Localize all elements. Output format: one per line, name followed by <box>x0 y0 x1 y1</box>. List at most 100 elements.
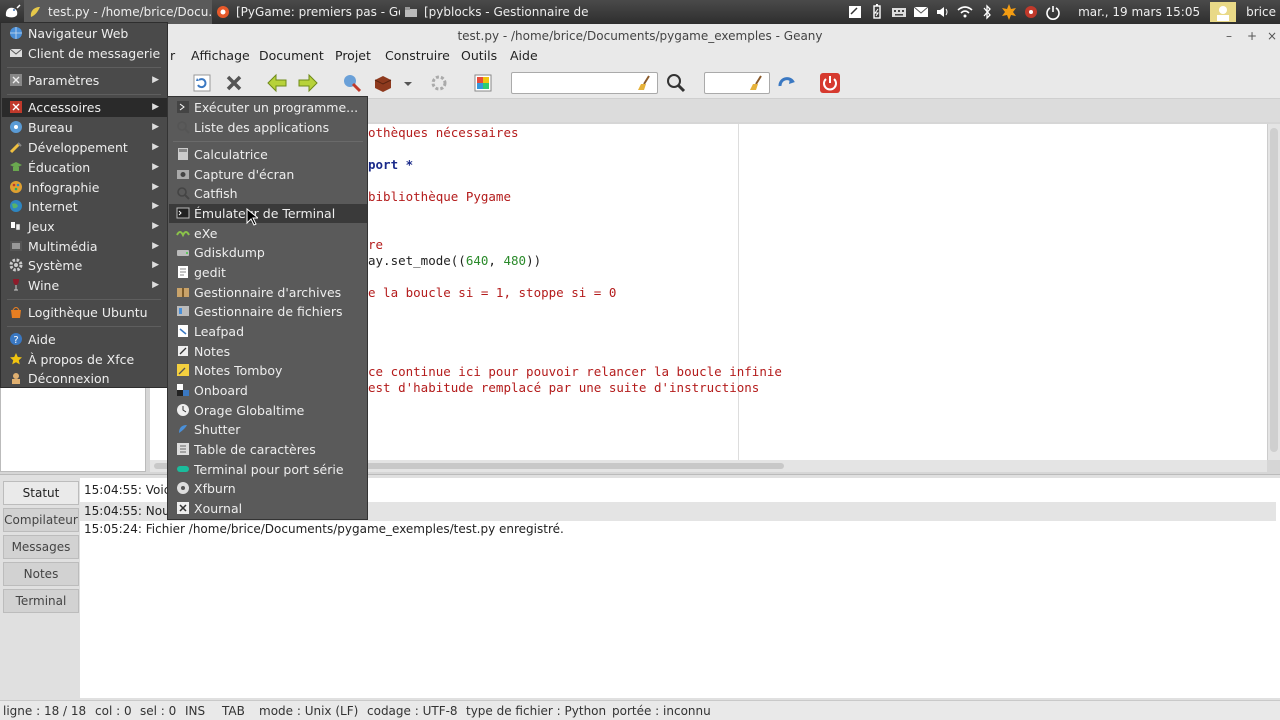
menu-item-label: Logithèque Ubuntu <box>28 305 148 320</box>
forward-arrow-icon[interactable] <box>297 72 319 94</box>
compile-icon[interactable] <box>341 72 363 94</box>
submenu-item-leafpad[interactable]: Leafpad <box>169 322 367 341</box>
submenu-item-tomboy[interactable]: Notes Tomboy <box>169 361 367 380</box>
update-alert-icon[interactable] <box>1001 4 1017 20</box>
menu-item-a-propos[interactable]: À propos de Xfce <box>2 350 167 369</box>
menu-affichage[interactable]: Affichage <box>191 48 250 63</box>
menu-item-accessoires[interactable]: Accessoires ▶ <box>2 98 167 117</box>
submenu-item-fichiers[interactable]: Gestionnaire de fichiers <box>169 302 367 321</box>
run-settings-icon[interactable] <box>428 72 450 94</box>
bug-report-icon[interactable] <box>1023 4 1039 20</box>
menu-item-internet[interactable]: Internet ▶ <box>2 197 167 216</box>
username[interactable]: brice <box>1246 5 1276 19</box>
menu-item-systeme[interactable]: Système ▶ <box>2 256 167 275</box>
quit-icon[interactable] <box>819 72 841 94</box>
menu-item-label: Navigateur Web <box>28 26 129 41</box>
submenu-item-orage[interactable]: Orage Globaltime <box>169 401 367 420</box>
color-chooser-icon[interactable] <box>472 72 494 94</box>
xournal-icon <box>177 502 189 514</box>
menu-projet[interactable]: Projet <box>335 48 371 63</box>
tab-compilateur[interactable]: Compilateur <box>3 508 79 532</box>
submenu-arrow-icon: ▶ <box>152 280 159 290</box>
submenu-item-archives[interactable]: Gestionnaire d'archives <box>169 283 367 302</box>
menu-item-logitheque[interactable]: Logithèque Ubuntu <box>2 303 167 322</box>
submenu-item-label: Liste des applications <box>194 120 330 135</box>
code-line: e la boucle si = 1, stoppe si = 0 <box>368 285 617 300</box>
submenu-item-terminal-serie[interactable]: Terminal pour port série <box>169 460 367 479</box>
submenu-item-onboard[interactable]: Onboard <box>169 381 367 400</box>
tab-terminal[interactable]: Terminal <box>3 589 79 613</box>
submenu-item-liste-applications[interactable]: Liste des applications <box>169 118 367 137</box>
power-indicator-icon[interactable] <box>1045 4 1061 20</box>
accessories-submenu: Exécuter un programme... Liste des appli… <box>167 96 368 520</box>
menu-outils[interactable]: Outils <box>461 48 497 63</box>
menu-item-wine[interactable]: Wine ▶ <box>2 276 167 295</box>
menu-document[interactable]: Document <box>259 48 324 63</box>
clear-broom-icon[interactable] <box>749 75 765 91</box>
submenu-item-gedit[interactable]: gedit <box>169 263 367 282</box>
menu-separator <box>7 67 161 68</box>
menu-aide[interactable]: Aide <box>510 48 538 63</box>
menu-item-label: Wine <box>28 278 60 293</box>
menu-construire[interactable]: Construire <box>385 48 450 63</box>
taskbar-item-filemanager[interactable]: [pyblocks - Gestionnaire de ... <box>400 0 588 24</box>
submenu-item-table-caracteres[interactable]: Table de caractères <box>169 440 367 459</box>
menu-item-multimedia[interactable]: Multimédia ▶ <box>2 237 167 256</box>
menu-item-developpement[interactable]: Développement ▶ <box>2 138 167 157</box>
volume-icon[interactable] <box>935 4 951 20</box>
submenu-item-catfish[interactable]: Catfish <box>169 184 367 203</box>
menu-item-bureau[interactable]: Bureau ▶ <box>2 118 167 137</box>
menu-item-infographie[interactable]: Infographie ▶ <box>2 178 167 197</box>
scrollbar-thumb[interactable] <box>1270 128 1278 452</box>
keyboard-tray-icon[interactable] <box>891 4 907 20</box>
build-icon[interactable] <box>372 72 394 94</box>
battery-icon[interactable] <box>869 4 885 20</box>
taskbar-item-geany[interactable]: test.py - /home/brice/Docu... <box>24 0 212 24</box>
catfish-search-icon <box>177 187 190 200</box>
notes-tray-icon[interactable] <box>847 4 863 20</box>
submenu-item-xfburn[interactable]: Xfburn <box>169 479 367 498</box>
system-tray: mar., 19 mars 15:05 brice <box>844 0 1280 24</box>
clock[interactable]: mar., 19 mars 15:05 <box>1078 5 1200 19</box>
xfce-mouse-icon <box>5 4 21 18</box>
bluetooth-icon[interactable] <box>979 4 995 20</box>
menu-item-jeux[interactable]: Jeux ▶ <box>2 217 167 236</box>
menu-item-education[interactable]: Éducation ▶ <box>2 158 167 177</box>
submenu-item-gdiskdump[interactable]: Gdiskdump <box>169 243 367 262</box>
submenu-item-executer[interactable]: Exécuter un programme... <box>169 98 367 117</box>
close-file-icon[interactable] <box>223 72 245 94</box>
submenu-item-shutter[interactable]: Shutter <box>169 420 367 439</box>
wifi-icon[interactable] <box>957 4 973 20</box>
xfce-menu-button[interactable] <box>0 0 24 24</box>
user-avatar-icon[interactable] <box>1210 2 1237 22</box>
menu-item-deconnexion[interactable]: Déconnexion <box>2 369 167 388</box>
submenu-item-notes[interactable]: Notes <box>169 342 367 361</box>
menu-item-client-messagerie[interactable]: Client de messagerie <box>2 44 167 63</box>
taskbar-label: [PyGame: premiers pas - Go... <box>236 5 400 19</box>
taskbar-item-browser[interactable]: [PyGame: premiers pas - Go... <box>212 0 400 24</box>
menu-item-partial[interactable]: r <box>170 48 175 63</box>
goto-line-input[interactable] <box>704 72 770 94</box>
status-bar: ligne : 18 / 18 col : 0 sel : 0 INS TAB … <box>0 700 1280 720</box>
build-dropdown-icon[interactable] <box>402 72 414 94</box>
menu-item-parametres[interactable]: Paramètres ▶ <box>2 71 167 90</box>
reload-icon[interactable] <box>191 72 213 94</box>
tab-statut[interactable]: Statut <box>3 481 79 505</box>
tab-messages[interactable]: Messages <box>3 535 79 559</box>
jump-to-line-icon[interactable] <box>776 72 798 94</box>
submenu-item-calculatrice[interactable]: Calculatrice <box>169 145 367 164</box>
submenu-item-label: Table de caractères <box>194 442 316 457</box>
submenu-item-xournal[interactable]: Xournal <box>169 499 367 518</box>
editor-vertical-scrollbar[interactable] <box>1267 124 1280 460</box>
submenu-item-exe[interactable]: eXe <box>169 224 367 243</box>
clear-broom-icon[interactable] <box>637 75 653 91</box>
search-icon[interactable] <box>665 72 687 94</box>
back-arrow-icon[interactable] <box>266 72 288 94</box>
tab-notes[interactable]: Notes <box>3 562 79 586</box>
submenu-item-emulateur-terminal[interactable]: Émulateur de Terminal <box>169 204 367 223</box>
search-input[interactable] <box>511 72 658 94</box>
menu-item-aide[interactable]: ? Aide <box>2 330 167 349</box>
submenu-item-capture[interactable]: Capture d'écran <box>169 165 367 184</box>
mail-icon[interactable] <box>913 4 929 20</box>
menu-item-navigateur-web[interactable]: Navigateur Web <box>2 24 167 43</box>
